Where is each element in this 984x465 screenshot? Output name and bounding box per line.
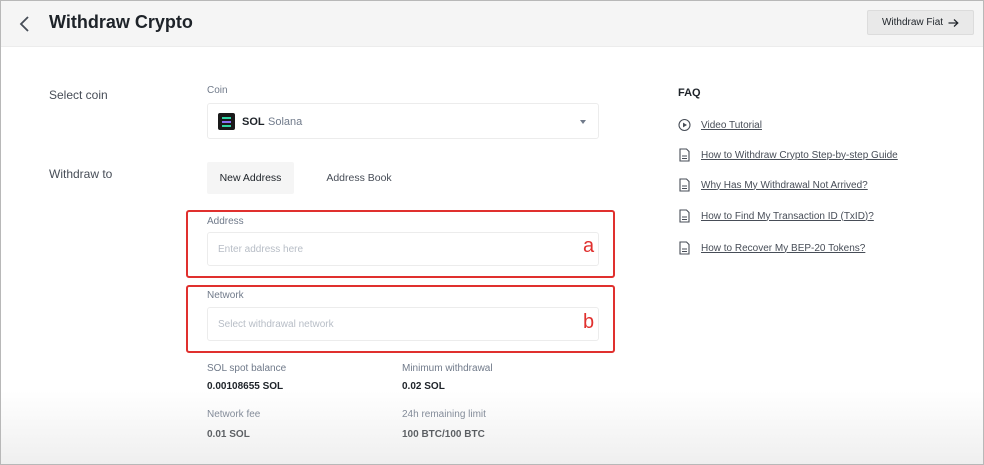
tab-address-book[interactable]: Address Book xyxy=(314,162,404,194)
coin-caption: Coin xyxy=(207,85,228,96)
remaining-limit-label: 24h remaining limit xyxy=(402,409,486,420)
withdraw-page: Withdraw Crypto Withdraw Fiat Select coi… xyxy=(0,0,984,465)
select-coin-label: Select coin xyxy=(49,88,108,102)
document-icon xyxy=(679,209,690,223)
minimum-withdrawal-label: Minimum withdrawal xyxy=(402,363,493,374)
withdraw-fiat-button[interactable]: Withdraw Fiat xyxy=(867,10,974,35)
address-input[interactable]: Enter address here xyxy=(207,232,599,266)
withdraw-to-label: Withdraw to xyxy=(49,167,113,181)
faq-link: How to Find My Transaction ID (TxID)? xyxy=(701,210,874,222)
remaining-limit-value: 100 BTC/100 BTC xyxy=(402,429,485,440)
faq-item-find-txid[interactable]: How to Find My Transaction ID (TxID)? xyxy=(678,208,874,224)
page-title: Withdraw Crypto xyxy=(49,12,193,32)
network-select[interactable]: Select withdrawal network xyxy=(207,307,599,341)
tab-new-address[interactable]: New Address xyxy=(207,162,294,194)
document-icon xyxy=(679,148,690,162)
faq-title: FAQ xyxy=(678,87,701,99)
faq-item-recover-bep20[interactable]: How to Recover My BEP-20 Tokens? xyxy=(678,240,865,256)
back-arrow-icon[interactable] xyxy=(17,13,33,35)
bottom-shadow xyxy=(1,391,983,464)
coin-name: Solana xyxy=(268,116,303,128)
faq-item-video-tutorial[interactable]: Video Tutorial xyxy=(678,117,762,133)
minimum-withdrawal-value: 0.02 SOL xyxy=(402,381,445,392)
coin-select[interactable]: SOL Solana xyxy=(207,103,599,139)
faq-link: How to Recover My BEP-20 Tokens? xyxy=(701,242,866,254)
solana-coin-icon xyxy=(218,113,235,130)
faq-link: How to Withdraw Crypto Step-by-step Guid… xyxy=(701,149,898,161)
network-fee-value: 0.01 SOL xyxy=(207,429,250,440)
network-fee-label: Network fee xyxy=(207,409,261,420)
coin-symbol: SOL xyxy=(242,116,265,128)
spot-balance-label: SOL spot balance xyxy=(207,363,287,374)
page-header: Withdraw Crypto Withdraw Fiat xyxy=(1,1,983,47)
annotation-label-a: a xyxy=(583,235,595,257)
faq-item-withdraw-guide[interactable]: How to Withdraw Crypto Step-by-step Guid… xyxy=(678,147,898,163)
faq-link: Video Tutorial xyxy=(701,119,762,131)
faq-link: Why Has My Withdrawal Not Arrived? xyxy=(701,179,868,191)
arrow-right-icon xyxy=(948,18,959,27)
faq-item-withdrawal-not-arrived[interactable]: Why Has My Withdrawal Not Arrived? xyxy=(678,177,868,193)
address-caption: Address xyxy=(207,216,244,227)
network-caption: Network xyxy=(207,290,244,301)
withdraw-fiat-label: Withdraw Fiat xyxy=(881,17,944,28)
document-icon xyxy=(679,178,690,192)
document-icon xyxy=(679,241,690,255)
chevron-down-icon xyxy=(580,120,586,124)
play-circle-icon xyxy=(678,118,691,132)
annotation-label-b: b xyxy=(583,311,595,333)
spot-balance-value: 0.00108655 SOL xyxy=(207,381,284,392)
